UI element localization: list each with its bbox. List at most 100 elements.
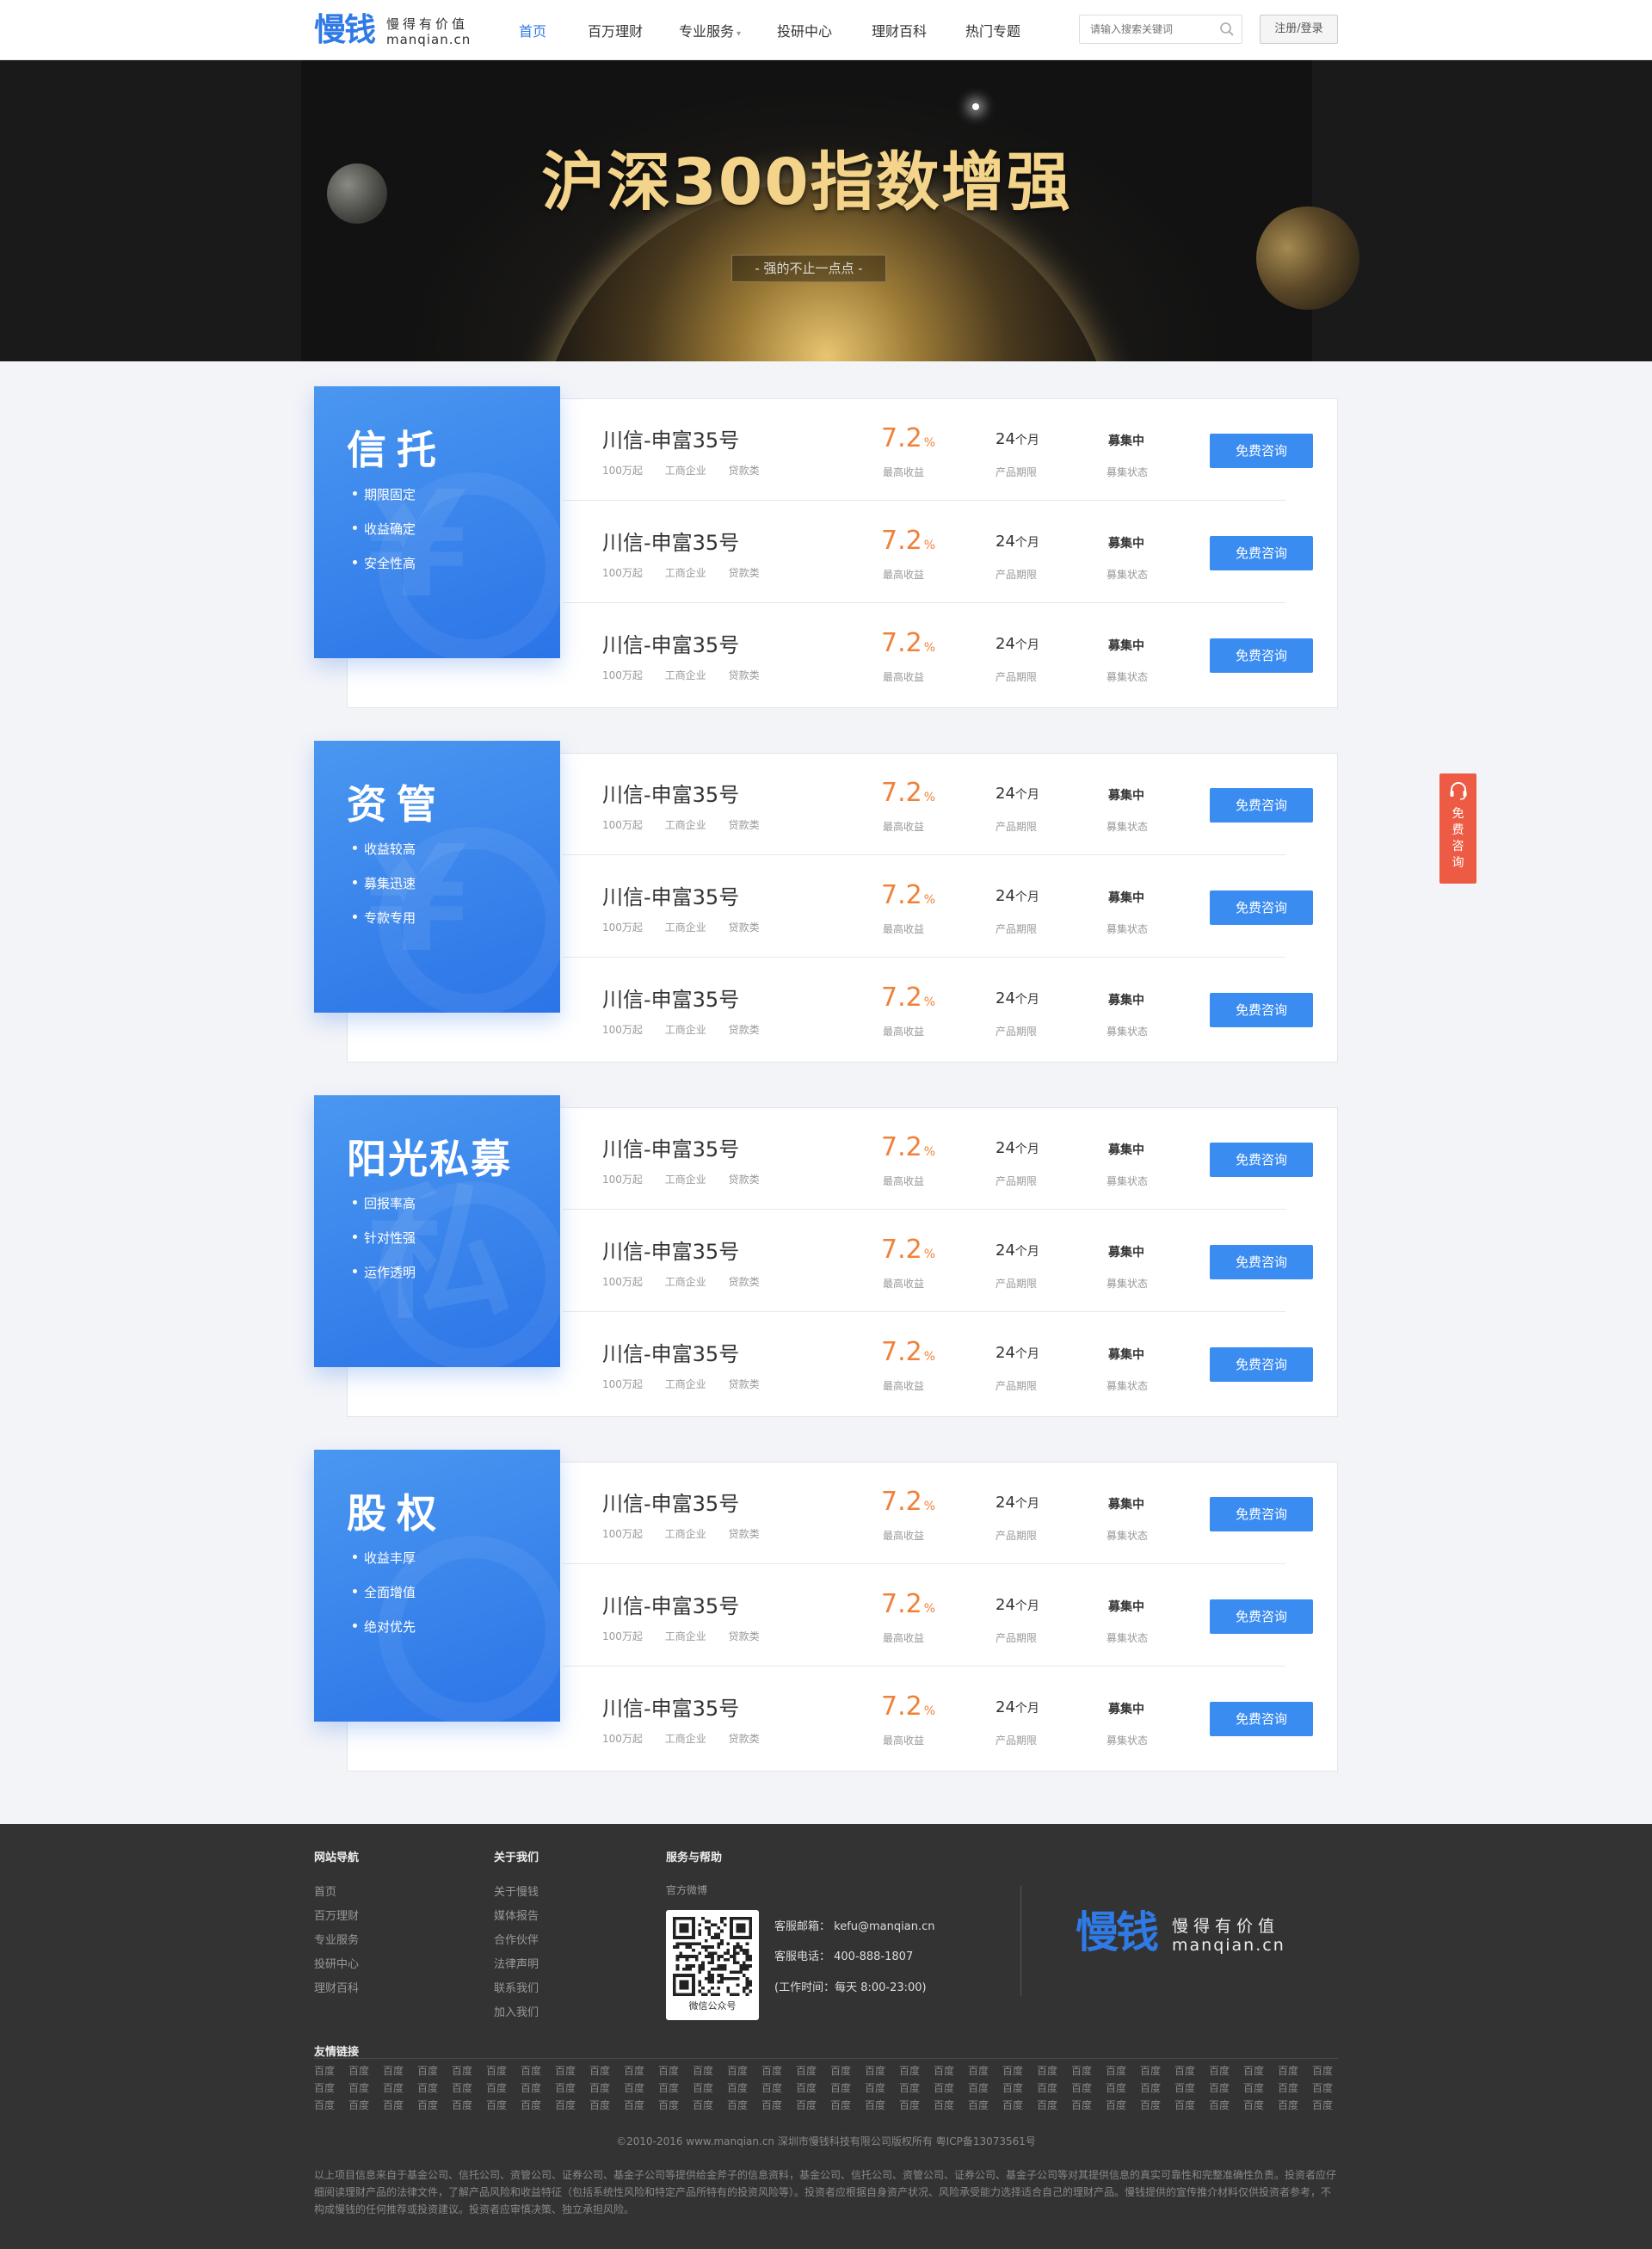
friend-link[interactable]: 百度 xyxy=(555,2080,589,2095)
search-icon[interactable] xyxy=(1219,22,1235,37)
friend-link[interactable]: 百度 xyxy=(624,2080,658,2095)
friend-link[interactable]: 百度 xyxy=(1312,2080,1347,2095)
friend-link[interactable]: 百度 xyxy=(555,2063,589,2078)
friend-link[interactable]: 百度 xyxy=(1071,2063,1106,2078)
footer-site-nav-link[interactable]: 百万理财 xyxy=(314,1907,359,1923)
friend-link[interactable]: 百度 xyxy=(521,2098,555,2112)
friend-link[interactable]: 百度 xyxy=(1140,2063,1174,2078)
footer-about-link[interactable]: 加入我们 xyxy=(494,2003,539,2019)
friend-link[interactable]: 百度 xyxy=(486,2080,521,2095)
friend-link[interactable]: 百度 xyxy=(865,2080,899,2095)
hero-banner[interactable]: 沪深300指数增强 - 强的不止一点点 - xyxy=(0,60,1652,361)
footer-site-nav-link[interactable]: 首页 xyxy=(314,1882,336,1899)
product-name[interactable]: 川信-申富35号 xyxy=(602,880,739,910)
friend-link[interactable]: 百度 xyxy=(314,2098,348,2112)
footer-site-nav-link[interactable]: 专业服务 xyxy=(314,1931,359,1947)
friend-link[interactable]: 百度 xyxy=(934,2098,968,2112)
friend-link[interactable]: 百度 xyxy=(1209,2098,1243,2112)
friend-link[interactable]: 百度 xyxy=(1037,2098,1071,2112)
nav-item-services[interactable]: 专业服务 ▾ xyxy=(679,20,741,40)
friend-link[interactable]: 百度 xyxy=(383,2098,417,2112)
friend-link[interactable]: 百度 xyxy=(693,2080,727,2095)
friend-link[interactable]: 百度 xyxy=(1209,2080,1243,2095)
free-consult-button[interactable]: 免费咨询 xyxy=(1210,890,1313,925)
footer-about-link[interactable]: 媒体报告 xyxy=(494,1907,539,1923)
product-row[interactable]: 川信-申富35号 100万起 工商企业 贷款类 7.2% 最高收益 24个月 产… xyxy=(563,856,1339,958)
friend-link[interactable]: 百度 xyxy=(1071,2080,1106,2095)
footer-site-nav-link[interactable]: 理财百科 xyxy=(314,1979,359,1995)
friend-link[interactable]: 百度 xyxy=(1002,2080,1037,2095)
category-panel-equity[interactable]: 股权 收益丰厚 全面增值 绝对优先 xyxy=(314,1450,560,1722)
free-consult-button[interactable]: 免费咨询 xyxy=(1210,1702,1313,1736)
product-row[interactable]: 川信-申富35号 100万起 工商企业 贷款类 7.2% 最高收益 24个月 产… xyxy=(563,1108,1339,1210)
product-name[interactable]: 川信-申富35号 xyxy=(602,1337,739,1367)
friend-link[interactable]: 百度 xyxy=(1106,2080,1140,2095)
product-row[interactable]: 川信-申富35号 100万起 工商企业 贷款类 7.2% 最高收益 24个月 产… xyxy=(563,1667,1339,1769)
friend-link[interactable]: 百度 xyxy=(1209,2063,1243,2078)
friend-link[interactable]: 百度 xyxy=(830,2098,865,2112)
friend-link[interactable]: 百度 xyxy=(796,2063,830,2078)
friend-link[interactable]: 百度 xyxy=(348,2098,383,2112)
product-name[interactable]: 川信-申富35号 xyxy=(602,628,739,658)
friend-link[interactable]: 百度 xyxy=(1278,2063,1312,2078)
nav-item-home[interactable]: 首页 xyxy=(519,20,546,40)
friend-link[interactable]: 百度 xyxy=(1174,2080,1209,2095)
friend-link[interactable]: 百度 xyxy=(1312,2098,1347,2112)
friend-link[interactable]: 百度 xyxy=(1140,2080,1174,2095)
friend-link[interactable]: 百度 xyxy=(417,2098,452,2112)
free-consult-button[interactable]: 免费咨询 xyxy=(1210,1245,1313,1279)
friend-link[interactable]: 百度 xyxy=(796,2098,830,2112)
friend-link[interactable]: 百度 xyxy=(589,2098,624,2112)
friend-link[interactable]: 百度 xyxy=(417,2080,452,2095)
product-row[interactable]: 川信-申富35号 100万起 工商企业 贷款类 7.2% 最高收益 24个月 产… xyxy=(563,1565,1339,1667)
friend-link[interactable]: 百度 xyxy=(1174,2063,1209,2078)
product-name[interactable]: 川信-申富35号 xyxy=(602,1487,739,1517)
friend-link[interactable]: 百度 xyxy=(796,2080,830,2095)
friend-link[interactable]: 百度 xyxy=(693,2063,727,2078)
footer-about-link[interactable]: 合作伙伴 xyxy=(494,1931,539,1947)
friend-link[interactable]: 百度 xyxy=(865,2063,899,2078)
free-consult-button[interactable]: 免费咨询 xyxy=(1210,1599,1313,1634)
friend-link[interactable]: 百度 xyxy=(761,2098,796,2112)
footer-about-link[interactable]: 关于慢钱 xyxy=(494,1882,539,1899)
friend-link[interactable]: 百度 xyxy=(1106,2098,1140,2112)
friend-link[interactable]: 百度 xyxy=(521,2063,555,2078)
free-consult-button[interactable]: 免费咨询 xyxy=(1210,434,1313,468)
friend-link[interactable]: 百度 xyxy=(348,2063,383,2078)
friend-link[interactable]: 百度 xyxy=(348,2080,383,2095)
free-consult-button[interactable]: 免费咨询 xyxy=(1210,1143,1313,1177)
nav-item-million-finance[interactable]: 百万理财 xyxy=(588,20,643,40)
friend-link[interactable]: 百度 xyxy=(830,2080,865,2095)
friend-link[interactable]: 百度 xyxy=(899,2063,934,2078)
product-row[interactable]: 川信-申富35号 100万起 工商企业 贷款类 7.2% 最高收益 24个月 产… xyxy=(563,754,1339,855)
friend-link[interactable]: 百度 xyxy=(761,2080,796,2095)
friend-link[interactable]: 百度 xyxy=(1140,2098,1174,2112)
product-row[interactable]: 川信-申富35号 100万起 工商企业 贷款类 7.2% 最高收益 24个月 产… xyxy=(563,604,1339,706)
footer-about-link[interactable]: 联系我们 xyxy=(494,1979,539,1995)
friend-link[interactable]: 百度 xyxy=(968,2063,1002,2078)
friend-link[interactable]: 百度 xyxy=(658,2098,693,2112)
friend-link[interactable]: 百度 xyxy=(934,2063,968,2078)
category-panel-private-fund[interactable]: 私 阳光私募 回报率高 针对性强 运作透明 xyxy=(314,1095,560,1367)
product-name[interactable]: 川信-申富35号 xyxy=(602,423,739,453)
friend-link[interactable]: 百度 xyxy=(452,2080,486,2095)
friend-link[interactable]: 百度 xyxy=(1002,2098,1037,2112)
product-row[interactable]: 川信-申富35号 100万起 工商企业 贷款类 7.2% 最高收益 24个月 产… xyxy=(563,1211,1339,1312)
friend-link[interactable]: 百度 xyxy=(624,2098,658,2112)
product-name[interactable]: 川信-申富35号 xyxy=(602,983,739,1013)
friend-link[interactable]: 百度 xyxy=(1071,2098,1106,2112)
friend-link[interactable]: 百度 xyxy=(1037,2080,1071,2095)
friend-link[interactable]: 百度 xyxy=(486,2098,521,2112)
friend-link[interactable]: 百度 xyxy=(1278,2098,1312,2112)
footer-about-link[interactable]: 法律声明 xyxy=(494,1955,539,1971)
footer-site-nav-link[interactable]: 投研中心 xyxy=(314,1955,359,1971)
product-name[interactable]: 川信-申富35号 xyxy=(602,1235,739,1265)
friend-link[interactable]: 百度 xyxy=(314,2063,348,2078)
search-input[interactable] xyxy=(1080,15,1209,43)
friend-link[interactable]: 百度 xyxy=(899,2080,934,2095)
friend-link[interactable]: 百度 xyxy=(589,2080,624,2095)
free-consult-button[interactable]: 免费咨询 xyxy=(1210,788,1313,823)
product-row[interactable]: 川信-申富35号 100万起 工商企业 贷款类 7.2% 最高收益 24个月 产… xyxy=(563,502,1339,603)
friend-link[interactable]: 百度 xyxy=(555,2098,589,2112)
friend-link[interactable]: 百度 xyxy=(830,2063,865,2078)
